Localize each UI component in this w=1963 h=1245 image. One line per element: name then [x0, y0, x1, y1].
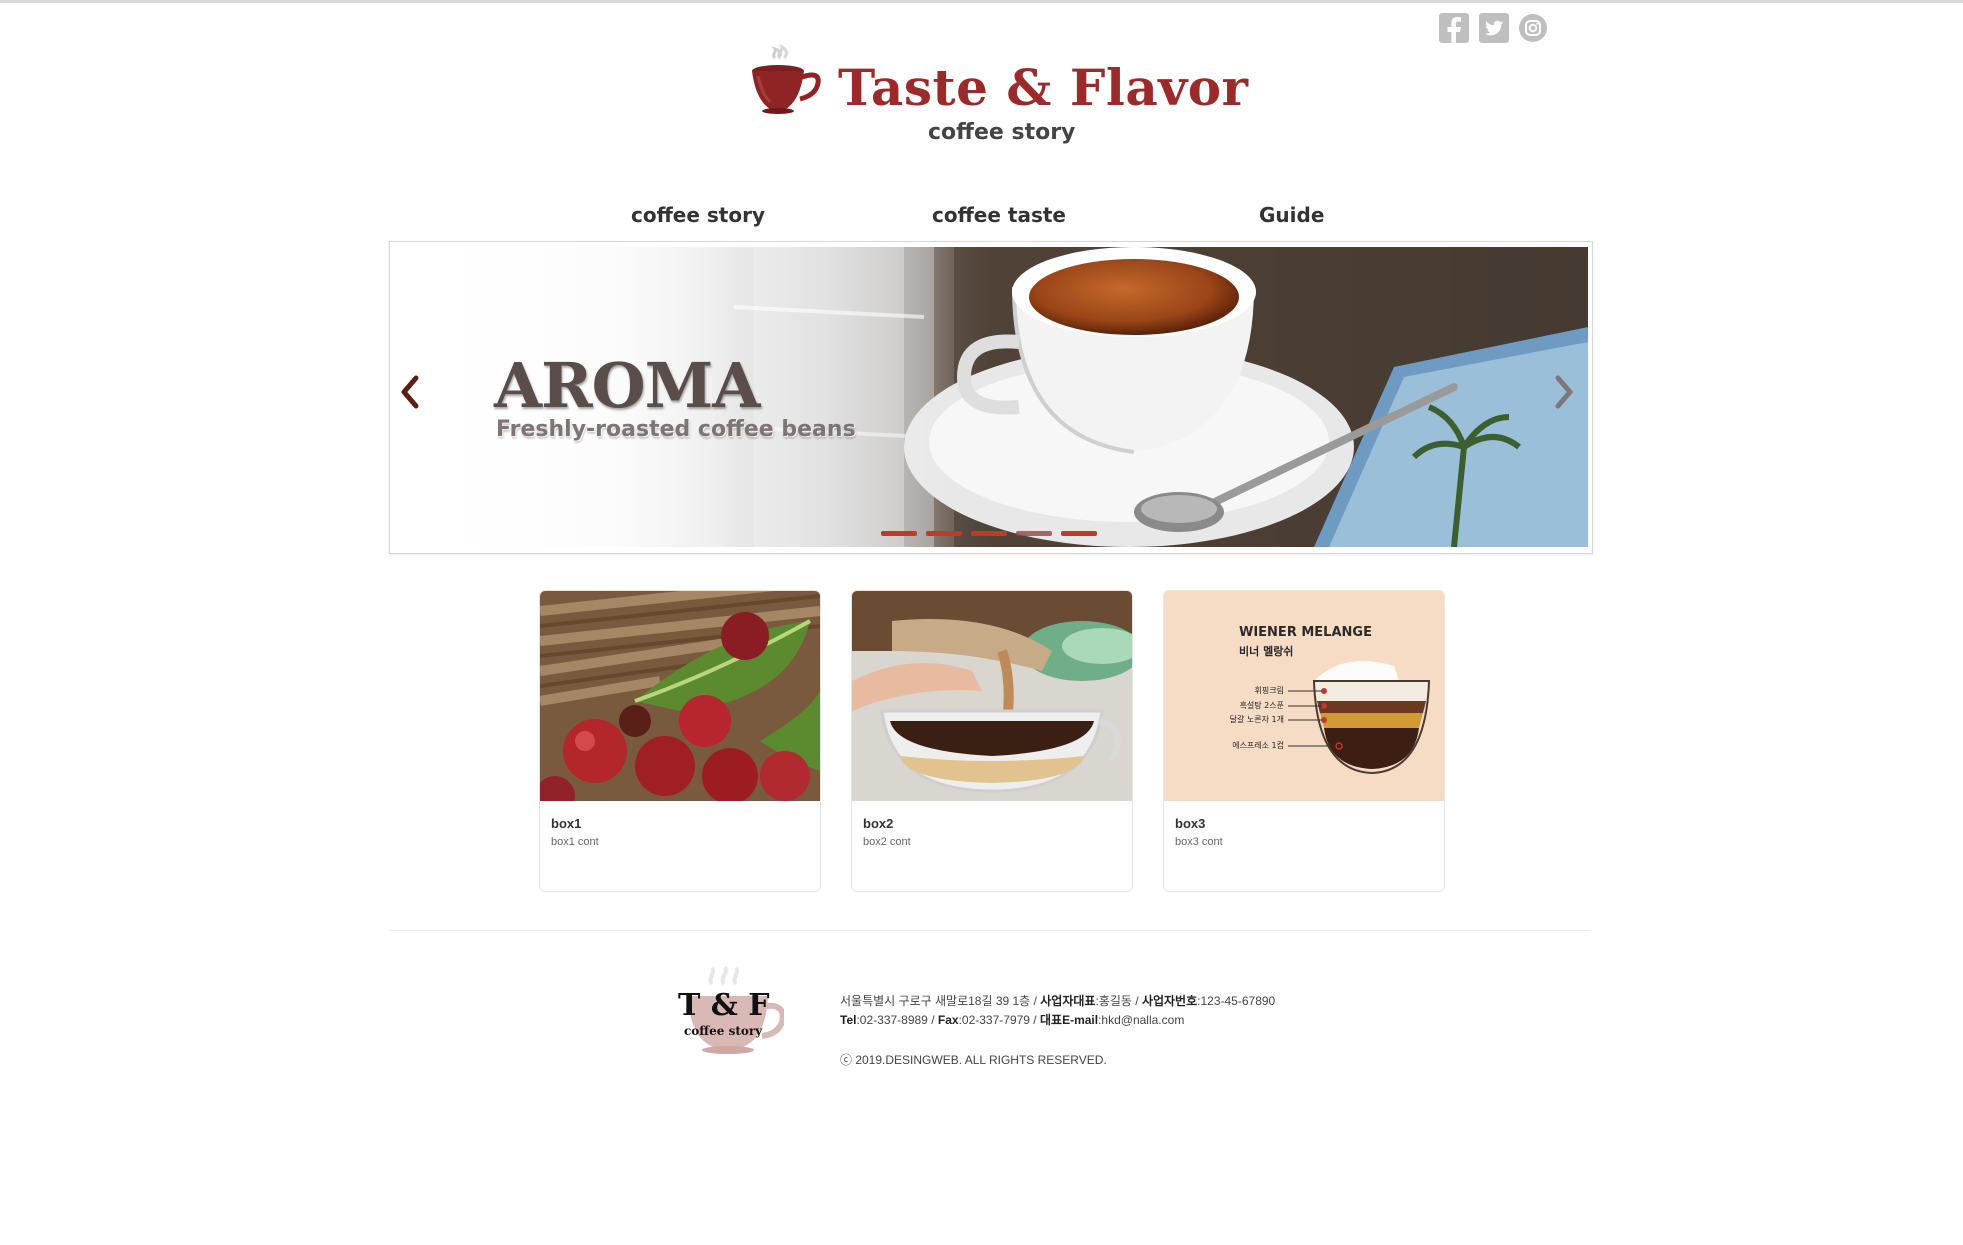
coffee-cup-icon [752, 44, 821, 114]
diagram-layer-label: 에스프레소 1컵 [1232, 741, 1284, 750]
chevron-left-icon [401, 375, 419, 409]
hero-slider: AROMA Freshly-roasted coffee beans [389, 241, 1593, 554]
footer-tel-label: Tel [840, 1013, 857, 1027]
nav-item-coffee-taste[interactable]: coffee taste [932, 203, 1066, 227]
footer-copyright: ⓒ 2019.DESINGWEB. ALL RIGHTS RESERVED. [840, 1053, 1107, 1067]
brand-tagline: coffee story [928, 120, 1076, 145]
box-title: box2 [863, 816, 894, 831]
footer-logo[interactable]: T & F coffee story [674, 962, 786, 1058]
box-content: box2 cont [863, 836, 911, 848]
nav-item-coffee-story[interactable]: coffee story [631, 203, 765, 227]
footer-ceo-label: 사업자대표 [1040, 994, 1096, 1008]
instagram-icon[interactable] [1519, 14, 1547, 42]
box-content: box3 cont [1175, 836, 1223, 848]
nav-item-guide[interactable]: Guide [1259, 203, 1324, 227]
box-title: box3 [1175, 816, 1206, 831]
diagram-layer-label: 달걀 노른자 1개 [1229, 715, 1284, 724]
slider-next-button[interactable] [1548, 372, 1578, 412]
diagram-layer-label: 휘핑크림 [1254, 686, 1284, 695]
footer-fax: 02-337-7979 [961, 1013, 1030, 1027]
top-border [0, 0, 1963, 3]
box-image-pouring-coffee [852, 591, 1132, 801]
footer-info-line-1: 서울특별시 구로구 새말로18길 39 1층 / 사업자대표:홍길동 / 사업자… [840, 994, 1276, 1008]
footer-info-line-2: Tel:02-337-8989 / Fax:02-337-7979 / 대표E-… [840, 1013, 1185, 1027]
content-box-2[interactable]: box2 box2 cont [851, 590, 1133, 892]
footer-ceo: 홍길동 [1098, 994, 1132, 1008]
slide-title: AROMA [494, 349, 760, 422]
slide-image: AROMA Freshly-roasted coffee beans [394, 247, 1588, 547]
footer-info: 서울특별시 구로구 새말로18길 39 1층 / 사업자대표:홍길동 / 사업자… [840, 992, 1275, 1030]
footer-bizno: 123-45-67890 [1200, 994, 1276, 1008]
facebook-icon[interactable] [1439, 13, 1469, 43]
chevron-right-icon [1555, 375, 1573, 409]
slider-pagination [881, 531, 1097, 536]
footer-divider [389, 930, 1591, 931]
slider-dot[interactable] [881, 531, 917, 536]
box-image-coffee-cherries [540, 591, 820, 801]
footer-email[interactable]: hkd@nalla.com [1101, 1013, 1184, 1027]
content-box-1[interactable]: box1 box1 cont [539, 590, 821, 892]
box-title: box1 [551, 816, 582, 831]
twitter-icon[interactable] [1479, 13, 1509, 43]
content-boxes: box1 box1 cont box2 box2 cont WIENER MEL [539, 590, 1445, 892]
site-logo[interactable]: Taste & Flavor coffee story [748, 44, 1248, 154]
content-box-3[interactable]: WIENER MELANGE 비너 멜랑쉬 휘핑크림 흑설탕 2스푼 달걀 노른… [1163, 590, 1445, 892]
footer-fax-label: Fax [937, 1013, 959, 1027]
footer-logo-text: T & F [678, 988, 770, 1023]
box-content: box1 cont [551, 836, 599, 848]
brand-name: Taste & Flavor [838, 58, 1249, 117]
slider-prev-button[interactable] [396, 372, 426, 412]
slide-subtitle: Freshly-roasted coffee beans [496, 417, 856, 442]
diagram-layer-label: 흑설탕 2스푼 [1239, 701, 1284, 710]
footer-email-label: 대표E-mail [1039, 1013, 1099, 1027]
social-links [1439, 13, 1547, 43]
footer-address: 서울특별시 구로구 새말로18길 39 1층 [840, 994, 1031, 1008]
box-image-wiener-melange: WIENER MELANGE 비너 멜랑쉬 휘핑크림 흑설탕 2스푼 달걀 노른… [1164, 591, 1444, 801]
footer-logo-sub: coffee story [684, 1024, 763, 1038]
footer-bizno-label: 사업자번호 [1141, 994, 1198, 1008]
footer-tel: 02-337-8989 [859, 1013, 928, 1027]
slider-dot[interactable] [1061, 531, 1097, 536]
slider-dot[interactable] [971, 531, 1007, 536]
slider-dot[interactable] [926, 531, 962, 536]
slider-dot[interactable] [1016, 531, 1052, 536]
main-nav: coffee story coffee taste Guide [0, 203, 1963, 233]
